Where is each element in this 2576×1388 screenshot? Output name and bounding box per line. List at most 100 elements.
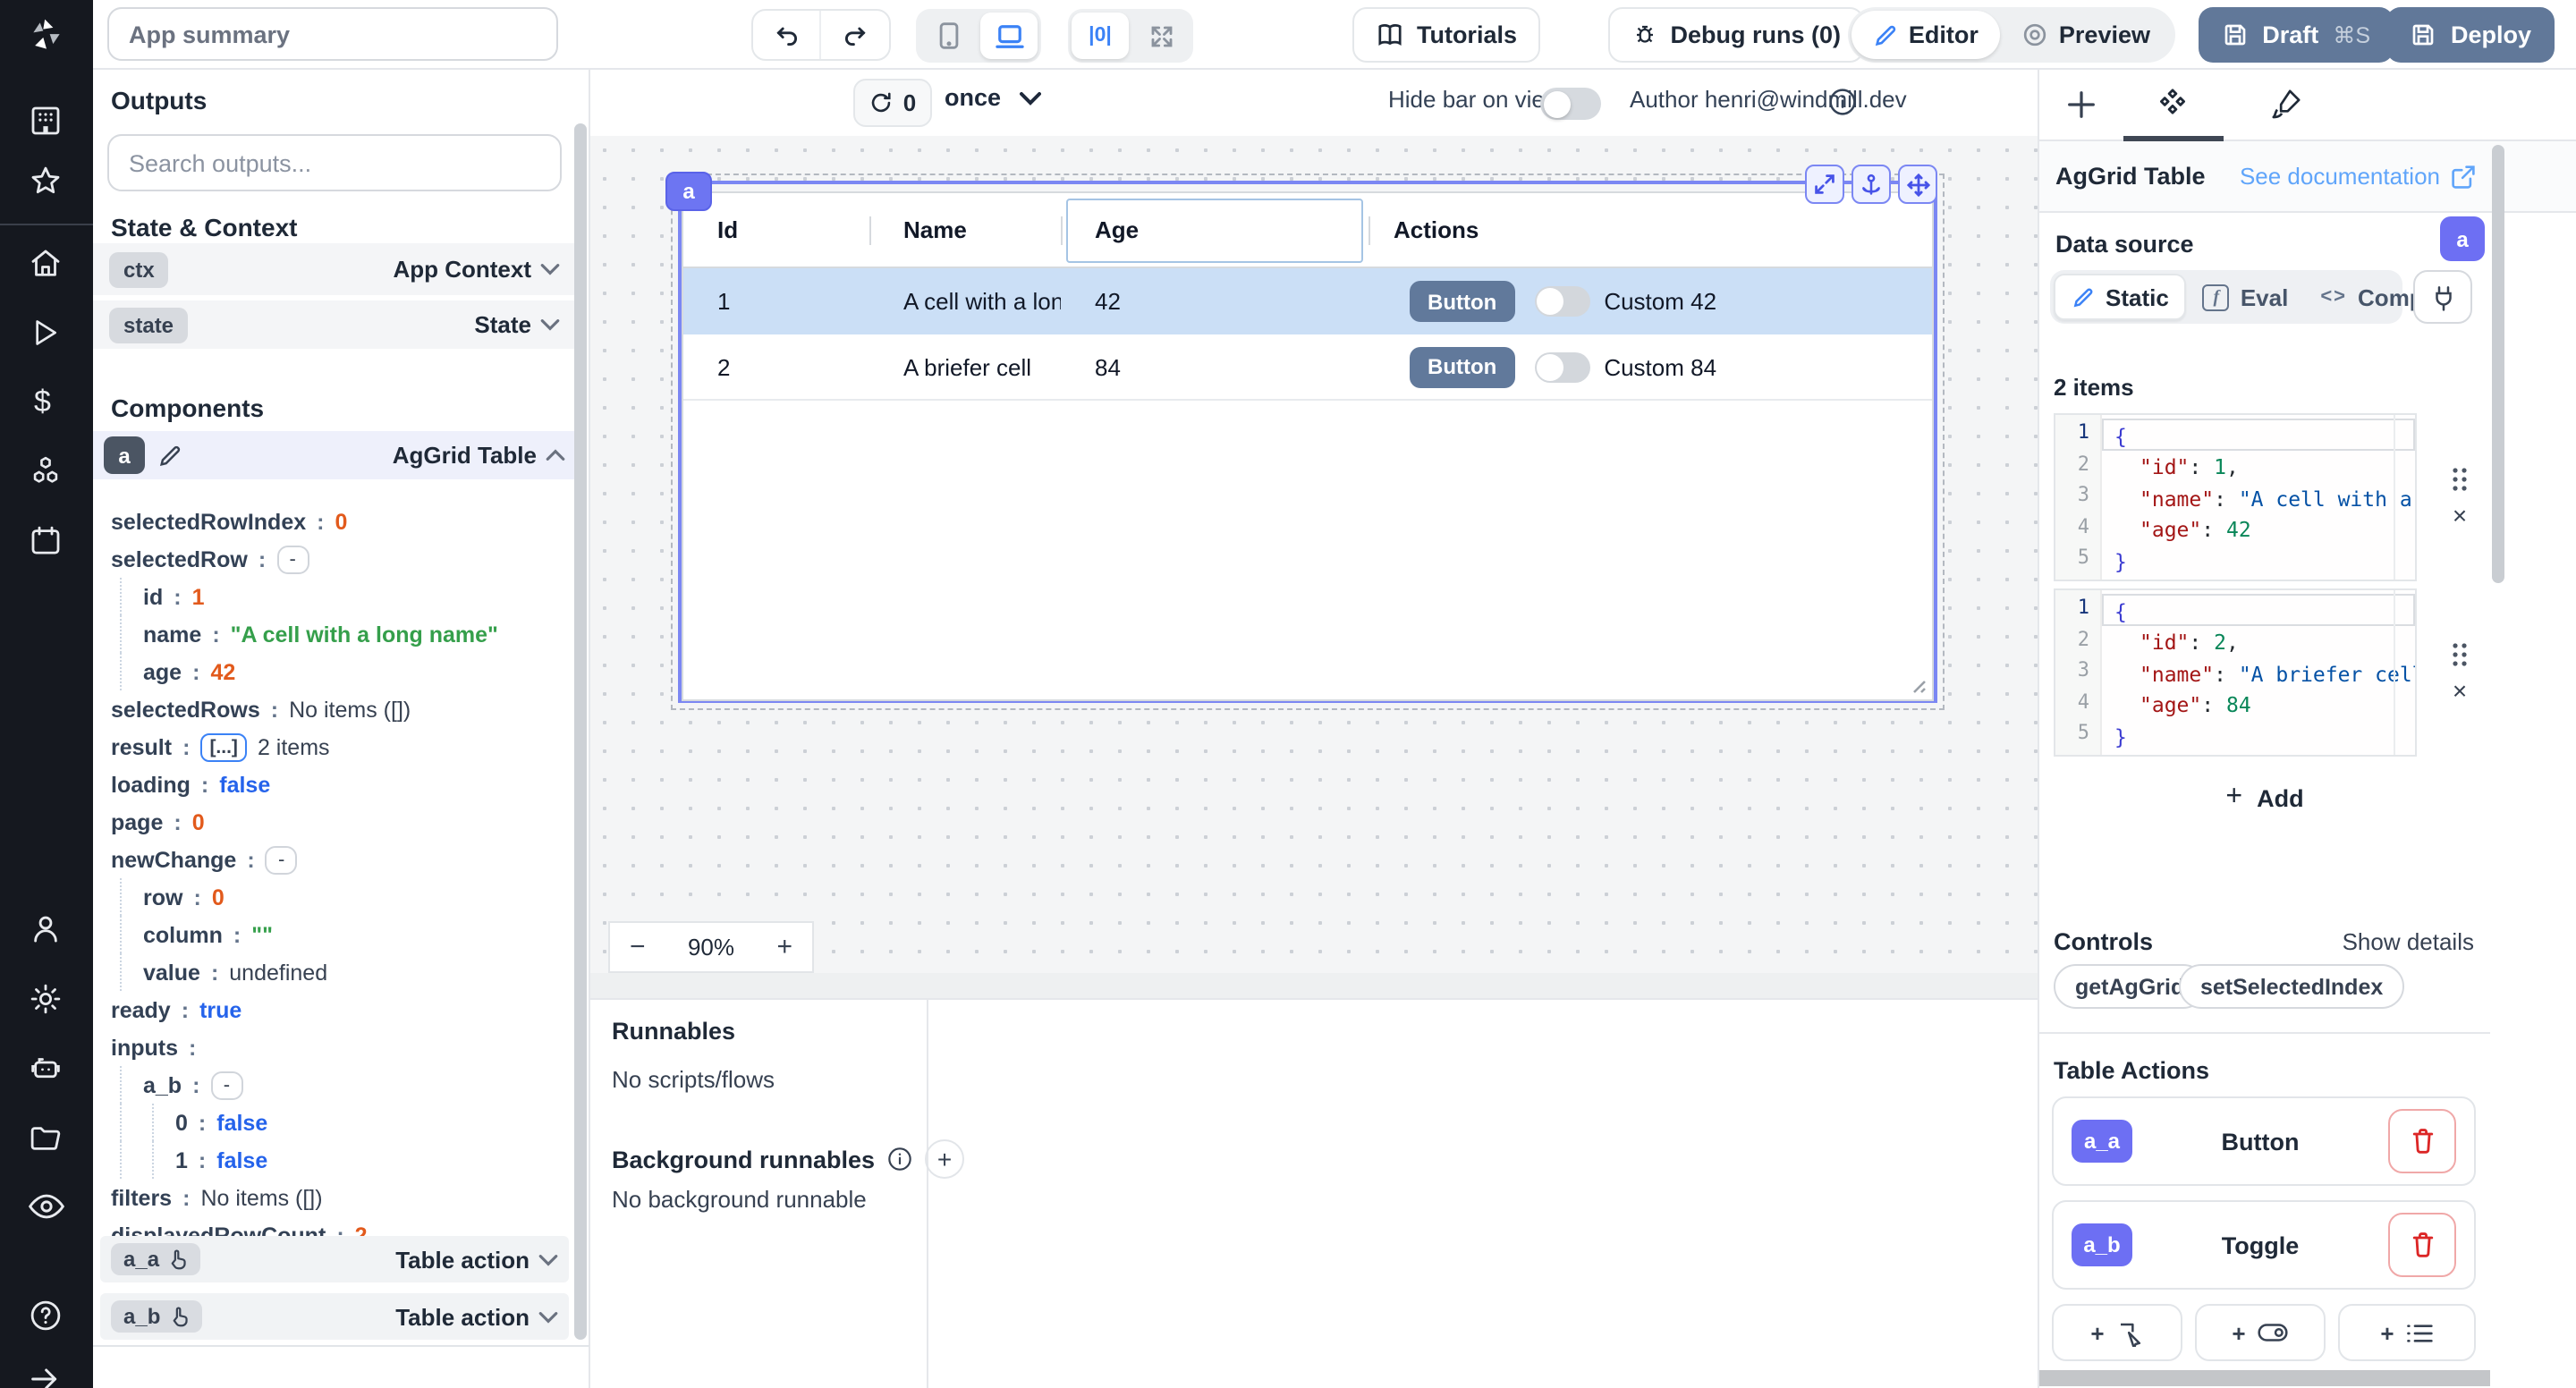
row-action-toggle[interactable] [1534, 351, 1589, 382]
zoom-out-button[interactable]: − [630, 932, 646, 962]
sidebar-item-runs[interactable] [27, 315, 63, 351]
sidebar-item-schedules[interactable] [27, 522, 64, 560]
redo-button[interactable] [821, 11, 889, 59]
collapse-chip[interactable]: - [210, 1071, 242, 1099]
prop-page[interactable]: page:0 [111, 803, 562, 841]
json-code[interactable]: { "id": 2, "name": "A briefer cell", "ag… [2102, 590, 2415, 755]
info-icon[interactable] [1828, 88, 1857, 116]
desktop-view-button[interactable] [980, 13, 1038, 59]
connect-data-button[interactable] [2413, 270, 2472, 324]
see-documentation-link[interactable]: See documentation [2240, 163, 2476, 190]
hide-bar-toggle[interactable] [1540, 88, 1601, 120]
collapse-chip[interactable]: - [276, 545, 309, 573]
table-row[interactable]: 2 A briefer cell 84 Button Custom 84 [683, 334, 1932, 401]
column-header-name[interactable]: Name [869, 216, 1061, 243]
app-summary-input[interactable] [107, 7, 558, 61]
save-draft-button[interactable]: Draft ⌘S [2198, 7, 2394, 63]
tutorials-button[interactable]: Tutorials [1352, 7, 1540, 63]
state-row[interactable]: state State [93, 300, 576, 349]
sidebar-item-home[interactable] [27, 245, 64, 283]
remove-item-button[interactable]: × [2453, 678, 2467, 703]
add-item-button[interactable]: + Add [2039, 782, 2490, 814]
ctx-row[interactable]: ctx App Context [93, 243, 576, 295]
drag-handle-icon[interactable] [2451, 642, 2469, 667]
add-select-action-button[interactable]: + [2338, 1304, 2476, 1361]
info-icon[interactable] [887, 1147, 912, 1172]
expand-handle[interactable] [1805, 165, 1844, 204]
expand-array-chip[interactable]: [...] [200, 732, 247, 761]
data-source-component-badge[interactable]: a [2440, 216, 2485, 261]
app-canvas[interactable]: a [590, 136, 2038, 998]
delete-action-button[interactable] [2388, 1213, 2456, 1277]
table-action-card-a_b[interactable]: a_b Toggle [2052, 1200, 2476, 1290]
prop-name[interactable]: name:"A cell with a long name" [111, 615, 562, 653]
table-action-card-a_a[interactable]: a_a Button [2052, 1096, 2476, 1186]
search-outputs-input[interactable] [107, 134, 562, 191]
prop-a_b-1[interactable]: 1:false [111, 1141, 562, 1179]
add-toggle-action-button[interactable]: + [2195, 1304, 2326, 1361]
edit-id-pencil-icon[interactable] [157, 443, 182, 468]
data-item-editor-2[interactable]: 1 2 3 4 5 { "id": 2, "name": "A briefer … [2054, 588, 2417, 757]
prop-age[interactable]: age:42 [111, 653, 562, 690]
prop-newChange[interactable]: newChange:- [111, 841, 562, 878]
prop-result[interactable]: result:[...]2 items [111, 728, 562, 766]
prop-selectedRow[interactable]: selectedRow:- [111, 540, 562, 578]
insert-component-tab[interactable] [2064, 88, 2098, 122]
add-button-action-button[interactable]: + [2052, 1304, 2182, 1361]
prop-selectedRowIndex[interactable]: selectedRowIndex:0 [111, 503, 562, 540]
sidebar-item-variables[interactable]: $ [34, 385, 51, 420]
collapse-chip[interactable]: - [266, 845, 298, 874]
center-content-button[interactable]: |0| [1072, 13, 1129, 59]
full-width-button[interactable] [1132, 13, 1190, 59]
show-details-link[interactable]: Show details [2343, 928, 2474, 955]
settings-scrollbar[interactable] [2492, 145, 2504, 583]
sidebar-item-settings[interactable] [27, 980, 64, 1018]
windmill-logo[interactable] [0, 0, 93, 70]
prop-column[interactable]: column:"" [111, 916, 562, 953]
sidebar-item-resources[interactable] [27, 453, 64, 490]
remove-item-button[interactable]: × [2453, 503, 2467, 528]
preview-tab[interactable]: Preview [2000, 11, 2172, 59]
selected-component-aggrid[interactable]: a [678, 181, 1937, 703]
prop-ready[interactable]: ready:true [111, 991, 562, 1028]
delete-action-button[interactable] [2388, 1109, 2456, 1173]
prop-filters[interactable]: filters:No items ([]) [111, 1179, 562, 1216]
styling-tab[interactable] [2268, 86, 2304, 122]
row-action-button[interactable]: Button [1410, 281, 1514, 322]
anchor-handle[interactable] [1852, 165, 1891, 204]
mode-eval[interactable]: f Eval [2187, 274, 2305, 320]
resize-corner-icon[interactable] [1909, 676, 1927, 694]
add-background-runnable-button[interactable]: + [925, 1139, 964, 1179]
prop-selectedRows[interactable]: selectedRows:No items ([]) [111, 690, 562, 728]
sidebar-item-help[interactable] [27, 1297, 64, 1334]
move-handle[interactable] [1898, 165, 1937, 204]
prop-a_b[interactable]: a_b:- [111, 1066, 562, 1104]
component-settings-tab[interactable] [2154, 86, 2191, 123]
column-header-id[interactable]: Id [683, 216, 869, 243]
table-row[interactable]: 1 A cell with a long n... 42 Button Cust… [683, 268, 1932, 334]
sidebar-item-users[interactable] [27, 910, 64, 948]
row-action-button[interactable]: Button [1410, 346, 1514, 387]
deploy-button[interactable]: Deploy [2386, 7, 2555, 63]
control-setSelectedIndex[interactable]: setSelectedIndex [2179, 964, 2404, 1009]
expand-rail-button[interactable] [27, 1361, 63, 1388]
prop-loading[interactable]: loading:false [111, 766, 562, 803]
prop-inputs[interactable]: inputs: [111, 1028, 562, 1066]
debug-runs-button[interactable]: Debug runs (0) [1607, 7, 1864, 63]
table-action-row-a_b[interactable]: a_b Table action [100, 1293, 569, 1340]
outputs-scrollbar[interactable] [574, 123, 587, 1340]
prop-row[interactable]: row:0 [111, 878, 562, 916]
data-item-editor-1[interactable]: 1 2 3 4 5 { "id": 1, "name": "A cell wit… [2054, 413, 2417, 581]
settings-horizontal-scrollbar[interactable] [2039, 1370, 2490, 1386]
prop-a_b-0[interactable]: 0:false [111, 1104, 562, 1141]
sidebar-item-workers[interactable] [27, 1050, 64, 1088]
prop-value[interactable]: value:undefined [111, 953, 562, 991]
json-code[interactable]: { "id": 1, "name": "A cell with a long "… [2102, 415, 2415, 580]
row-action-toggle[interactable] [1534, 286, 1589, 317]
editor-tab[interactable]: Editor [1852, 11, 2000, 59]
sidebar-item-folders[interactable] [27, 1120, 64, 1157]
refresh-mode-dropdown[interactable]: once [945, 84, 1040, 111]
mode-static[interactable]: Static [2054, 274, 2187, 320]
column-header-actions[interactable]: Actions [1368, 216, 1932, 243]
sidebar-item-audit[interactable] [27, 1191, 66, 1222]
